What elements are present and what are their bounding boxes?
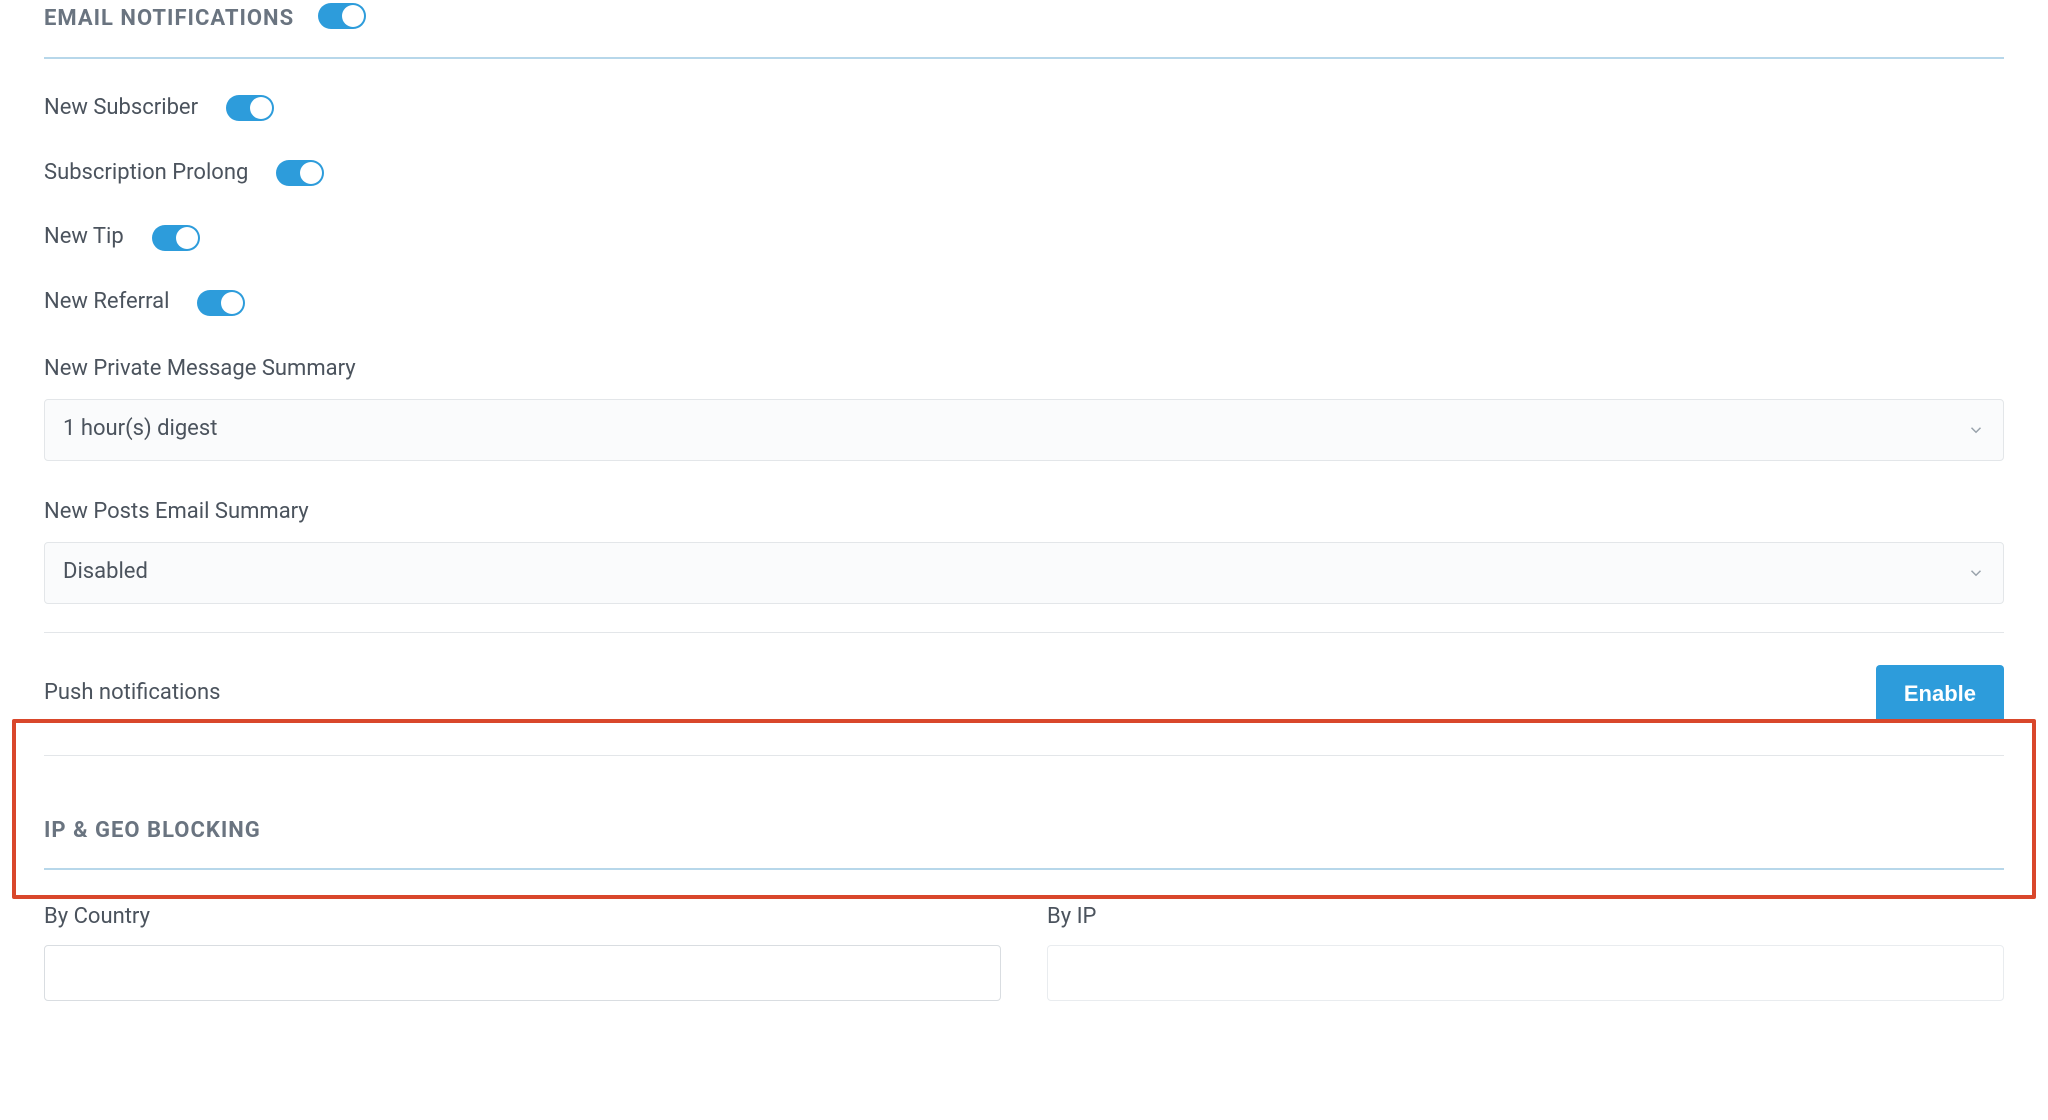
geo-blocking-header: IP & GEO BLOCKING [44, 816, 2004, 847]
by-ip-col: By IP [1047, 902, 2004, 1001]
pm-summary-select[interactable]: 1 hour(s) digest [44, 399, 2004, 461]
push-notifications-label: Push notifications [44, 678, 220, 709]
email-notifications-toggle[interactable] [318, 3, 366, 29]
pm-summary-value: 1 hour(s) digest [63, 414, 217, 445]
new-referral-row: New Referral [44, 287, 2004, 318]
subscription-prolong-label: Subscription Prolong [44, 158, 248, 189]
subscription-prolong-toggle[interactable] [276, 160, 324, 186]
email-notifications-header: EMAIL NOTIFICATIONS [44, 0, 2004, 35]
push-top-divider [44, 632, 2004, 633]
new-subscriber-row: New Subscriber [44, 93, 2004, 124]
new-subscriber-toggle[interactable] [226, 95, 274, 121]
new-subscriber-label: New Subscriber [44, 93, 198, 124]
chevron-down-icon [1967, 564, 1985, 582]
by-country-label: By Country [44, 902, 1001, 933]
chevron-down-icon [1967, 421, 1985, 439]
by-country-select[interactable] [44, 945, 1001, 1001]
subscription-prolong-row: Subscription Prolong [44, 158, 2004, 189]
posts-summary-label: New Posts Email Summary [44, 497, 2004, 528]
by-country-col: By Country [44, 902, 1001, 1001]
push-bottom-divider [44, 755, 2004, 756]
new-tip-toggle[interactable] [152, 225, 200, 251]
pm-summary-label: New Private Message Summary [44, 354, 2004, 385]
new-tip-label: New Tip [44, 222, 124, 253]
new-referral-toggle[interactable] [197, 290, 245, 316]
posts-summary-value: Disabled [63, 557, 148, 588]
email-notifications-title: EMAIL NOTIFICATIONS [44, 4, 294, 35]
geo-section-divider [44, 868, 2004, 870]
by-ip-input[interactable] [1047, 945, 2004, 1001]
posts-summary-select[interactable]: Disabled [44, 542, 2004, 604]
enable-push-button[interactable]: Enable [1876, 665, 2004, 723]
new-tip-row: New Tip [44, 222, 2004, 253]
by-ip-label: By IP [1047, 902, 2004, 933]
push-notifications-row: Push notifications Enable [44, 665, 2004, 723]
geo-blocking-title: IP & GEO BLOCKING [44, 816, 261, 847]
email-section-divider [44, 57, 2004, 59]
new-referral-label: New Referral [44, 287, 169, 318]
